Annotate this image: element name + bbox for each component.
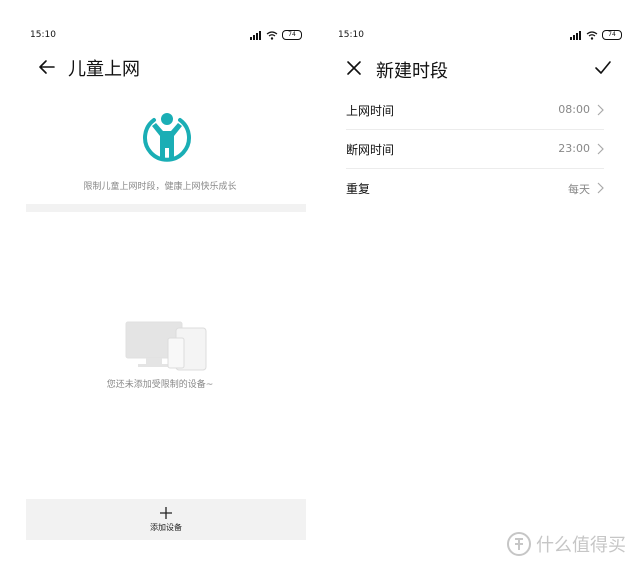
status-icons: 74 — [250, 30, 302, 40]
add-device-button[interactable]: 添加设备 — [26, 499, 306, 540]
title-bar: 新建时段 — [320, 54, 640, 82]
watermark: 什么值得买 — [506, 531, 626, 557]
row-offline-time[interactable]: 断网时间 23:00 — [346, 130, 604, 169]
battery-icon: 74 — [282, 30, 302, 40]
settings-list: 上网时间 08:00 断网时间 23:00 重复 每天 — [346, 91, 604, 207]
hero-description: 限制儿童上网时段，健康上网快乐成长 — [83, 182, 237, 192]
close-icon[interactable] — [346, 60, 362, 76]
child-icon — [143, 113, 191, 162]
section-divider — [26, 204, 306, 212]
page-title: 新建时段 — [376, 61, 448, 82]
battery-icon: 74 — [602, 30, 622, 40]
empty-message: 您还未添加受限制的设备~ — [106, 380, 214, 390]
check-icon[interactable] — [594, 60, 612, 76]
add-device-label: 添加设备 — [150, 523, 182, 532]
chevron-right-icon — [597, 104, 604, 116]
wifi-icon — [586, 30, 598, 40]
child-internet-screen: 15:10 74 儿童上网 限制儿童上网时段，健康上网快乐成长 您还未添加受限制… — [0, 0, 320, 567]
page-title: 儿童上网 — [68, 59, 140, 80]
wifi-icon — [266, 30, 278, 40]
row-online-time[interactable]: 上网时间 08:00 — [346, 91, 604, 130]
row-repeat[interactable]: 重复 每天 — [346, 169, 604, 207]
row-value: 23:00 — [558, 142, 590, 155]
status-bar: 15:10 74 — [320, 30, 640, 44]
watermark-text: 什么值得买 — [536, 535, 626, 556]
back-arrow-icon[interactable] — [38, 58, 56, 76]
devices-icon — [125, 321, 207, 371]
row-label: 重复 — [346, 182, 371, 196]
watermark-logo-icon — [507, 532, 531, 556]
status-icons: 74 — [570, 30, 622, 40]
row-label: 断网时间 — [346, 143, 395, 157]
status-time: 15:10 — [30, 30, 56, 40]
signal-icon — [570, 30, 581, 40]
signal-icon — [250, 30, 261, 40]
chevron-right-icon — [597, 182, 604, 194]
status-bar: 15:10 74 — [0, 30, 320, 44]
title-bar: 儿童上网 — [0, 54, 320, 82]
chevron-right-icon — [597, 143, 604, 155]
row-value: 08:00 — [558, 103, 590, 116]
new-period-screen: 15:10 74 新建时段 上网时间 08:00 断网时间 23:00 重复 每… — [320, 0, 640, 567]
status-time: 15:10 — [338, 30, 364, 40]
row-label: 上网时间 — [346, 104, 395, 118]
plus-icon — [160, 507, 172, 519]
row-value: 每天 — [568, 183, 590, 196]
